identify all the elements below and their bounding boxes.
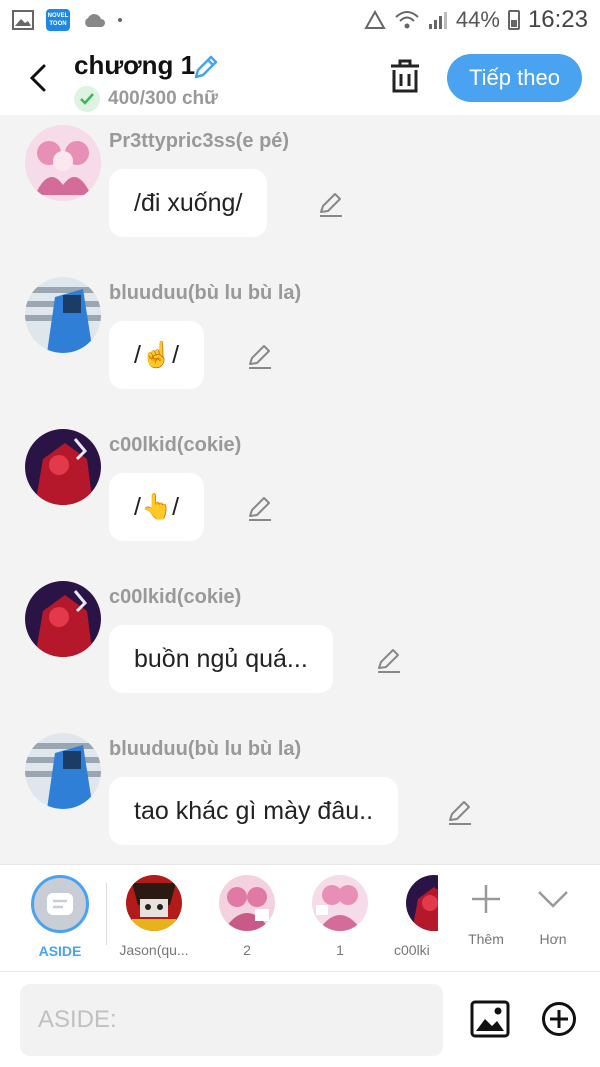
image-icon[interactable] <box>470 1000 510 1038</box>
data-saver-icon <box>364 10 386 29</box>
editor-header: chương 1 400/300 chữ Tiếp theo <box>0 40 600 115</box>
battery-percent: 44% <box>455 7 500 32</box>
character-bar: ASIDE Jason(qu... 2 1 c00lki Thêm Hơn <box>0 864 600 972</box>
character-aside[interactable]: ASIDE <box>20 875 100 959</box>
avatar[interactable] <box>25 277 101 353</box>
sender-name: bluuduu(bù lu bù la) <box>109 738 302 760</box>
next-button[interactable]: Tiếp theo <box>447 54 582 102</box>
wifi-icon <box>395 11 419 29</box>
cloud-icon <box>85 14 105 27</box>
character-label: c00lki <box>394 942 430 958</box>
avatar <box>312 875 368 931</box>
novel-toon-app-icon: NOVEL TOON <box>46 9 70 31</box>
edit-message-icon[interactable] <box>317 190 345 218</box>
character-item[interactable]: c00lki <box>382 875 438 958</box>
character-label: 1 <box>336 942 344 958</box>
input-bar <box>0 972 600 1067</box>
divider <box>106 883 107 945</box>
battery-icon <box>507 10 520 30</box>
message-bubble[interactable]: buồn ngủ quá... <box>109 625 333 693</box>
character-label: Jason(qu... <box>119 942 189 958</box>
chevron-left-icon <box>29 64 46 92</box>
character-item[interactable]: Jason(qu... <box>114 875 194 958</box>
back-button[interactable] <box>18 58 58 98</box>
character-label: ASIDE <box>38 943 82 959</box>
collapse-label: Hơn <box>539 931 567 947</box>
character-item[interactable]: 2 <box>207 875 287 958</box>
sender-name: bluuduu(bù lu bù la) <box>109 282 302 304</box>
word-count-text: 400/300 chữ <box>108 88 218 109</box>
gallery-icon <box>12 10 34 30</box>
note-icon <box>47 893 73 915</box>
avatar <box>219 875 275 931</box>
notification-dot <box>118 18 122 22</box>
avatar[interactable] <box>25 125 101 201</box>
chevron-down-icon <box>538 891 568 908</box>
message-bubble[interactable]: tao khác gì mày đâu.. <box>109 777 399 845</box>
message-bubble[interactable]: /☝️/ <box>109 321 205 389</box>
avatar <box>126 875 182 931</box>
collapse-button[interactable]: Hơn <box>513 875 593 947</box>
sender-name: c00lkid(cokie) <box>109 586 242 608</box>
character-item[interactable]: 1 <box>300 875 380 958</box>
trash-icon[interactable] <box>388 58 422 94</box>
plus-icon <box>472 885 500 913</box>
aside-avatar <box>31 875 89 933</box>
avatar <box>406 875 438 931</box>
message-bubble[interactable]: /đi xuống/ <box>109 169 268 237</box>
edit-title-icon[interactable] <box>191 52 221 82</box>
check-icon <box>74 86 100 112</box>
avatar[interactable] <box>25 581 101 657</box>
clock: 16:23 <box>527 6 588 33</box>
word-count: 400/300 chữ <box>74 86 218 112</box>
add-circle-icon[interactable] <box>541 1001 577 1037</box>
edit-message-icon[interactable] <box>246 494 274 522</box>
chapter-title[interactable]: chương 1 <box>74 50 195 81</box>
edit-message-icon[interactable] <box>375 646 403 674</box>
avatar[interactable] <box>25 429 101 505</box>
sender-name: Pr3ttypric3ss(e pé) <box>109 130 290 152</box>
character-label: 2 <box>243 942 251 958</box>
status-bar: NOVEL TOON 44% 16:23 <box>0 0 600 40</box>
edit-message-icon[interactable] <box>446 798 474 826</box>
avatar[interactable] <box>25 733 101 809</box>
sender-name: c00lkid(cokie) <box>109 434 242 456</box>
message-input[interactable] <box>20 984 443 1056</box>
signal-icon <box>428 12 447 29</box>
message-bubble[interactable]: /👆/ <box>109 473 205 541</box>
edit-message-icon[interactable] <box>246 342 274 370</box>
